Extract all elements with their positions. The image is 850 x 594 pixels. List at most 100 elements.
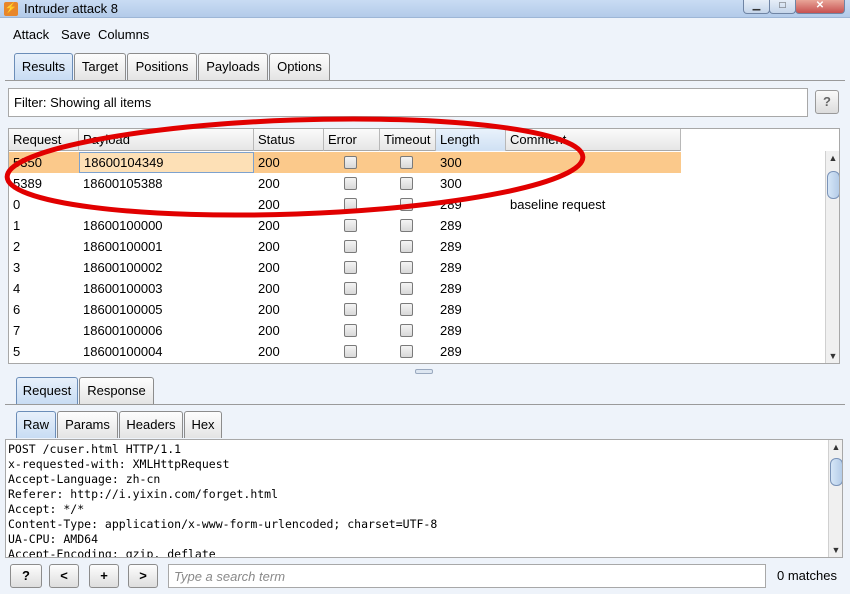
checkbox-error — [344, 198, 357, 211]
scroll-thumb[interactable] — [827, 171, 839, 199]
search-match-count: 0 matches — [777, 568, 837, 583]
table-row[interactable]: 4 18600100003 200 289 — [9, 278, 681, 299]
tab-payloads[interactable]: Payloads — [198, 53, 268, 80]
cell-payload: 18600100005 — [83, 302, 163, 317]
search-prev-button[interactable]: < — [49, 564, 79, 588]
table-row[interactable]: 1 18600100000 200 289 — [9, 215, 681, 236]
menu-attack[interactable]: Attack — [13, 27, 49, 42]
cell-payload: 18600100003 — [83, 281, 163, 296]
cell-length: 289 — [440, 281, 462, 296]
cell-payload — [79, 194, 83, 215]
scroll-down-icon[interactable]: ▼ — [826, 349, 839, 363]
checkbox-timeout — [400, 345, 413, 358]
cell-length: 300 — [440, 155, 462, 170]
raw-request-editor[interactable]: POST /cuser.html HTTP/1.1 x-requested-wit… — [5, 439, 843, 558]
column-timeout[interactable]: Timeout — [380, 129, 436, 151]
checkbox-timeout — [400, 198, 413, 211]
cell-length: 289 — [440, 260, 462, 275]
cell-length: 289 — [440, 239, 462, 254]
editor-scrollbar[interactable]: ▲ ▼ — [828, 440, 842, 557]
table-row[interactable]: 5 18600100004 200 289 — [9, 341, 681, 362]
scroll-up-icon[interactable]: ▲ — [829, 440, 842, 454]
checkbox-error — [344, 219, 357, 232]
column-error[interactable]: Error — [324, 129, 380, 151]
column-payload[interactable]: Payload — [79, 129, 254, 151]
search-input[interactable] — [169, 565, 765, 587]
cell-request: 6 — [13, 302, 21, 317]
detail-tab-divider — [5, 404, 845, 405]
column-request[interactable]: Request — [9, 129, 79, 151]
cell-comment — [506, 173, 510, 194]
tab-raw[interactable]: Raw — [16, 411, 56, 438]
pane-splitter[interactable] — [415, 369, 433, 374]
burp-app-icon: ⚡ — [4, 2, 18, 16]
column-status[interactable]: Status — [254, 129, 324, 151]
cell-request: 3 — [13, 260, 21, 275]
cell-length: 289 — [440, 344, 462, 359]
cell-request: 7 — [13, 323, 21, 338]
cell-status: 200 — [258, 302, 280, 317]
maximize-icon[interactable]: □ — [769, 0, 796, 14]
tab-headers[interactable]: Headers — [119, 411, 183, 438]
tab-params[interactable]: Params — [57, 411, 118, 438]
cell-comment — [506, 152, 510, 173]
table-row[interactable]: 2 18600100001 200 289 — [9, 236, 681, 257]
table-header: Request Payload Status Error Timeout Len… — [9, 129, 681, 151]
scroll-down-icon[interactable]: ▼ — [829, 543, 842, 557]
table-row[interactable]: 5389 18600105388 200 300 — [9, 173, 681, 194]
table-row[interactable]: 0 200 289 baseline request — [9, 194, 681, 215]
cell-payload: 18600100006 — [83, 323, 163, 338]
tab-hex[interactable]: Hex — [184, 411, 222, 438]
tab-positions[interactable]: Positions — [127, 53, 197, 80]
checkbox-error — [344, 324, 357, 337]
tab-divider — [5, 80, 845, 81]
column-comment[interactable]: Comment — [506, 129, 681, 151]
checkbox-error — [344, 345, 357, 358]
table-scrollbar[interactable]: ▲ ▼ — [825, 151, 839, 363]
checkbox-error — [344, 156, 357, 169]
cell-status: 200 — [258, 260, 280, 275]
search-help-button[interactable]: ? — [10, 564, 42, 588]
cell-payload: 18600105388 — [83, 176, 163, 191]
table-row[interactable]: 3 18600100002 200 289 — [9, 257, 681, 278]
table-row[interactable]: 6 18600100005 200 289 — [9, 299, 681, 320]
tab-response[interactable]: Response — [79, 377, 154, 404]
menu-save[interactable]: Save — [61, 27, 91, 42]
scroll-up-icon[interactable]: ▲ — [826, 151, 839, 165]
raw-request-line: Accept-Encoding: gzip, deflate — [8, 547, 216, 558]
cell-length: 289 — [440, 323, 462, 338]
cell-comment — [506, 299, 510, 320]
filter-help-button[interactable]: ? — [815, 90, 839, 114]
checkbox-error — [344, 282, 357, 295]
scroll-thumb[interactable] — [830, 458, 842, 486]
cell-status: 200 — [258, 176, 280, 191]
cell-comment — [506, 236, 510, 257]
cell-comment: baseline request — [510, 197, 606, 212]
filter-bar[interactable]: Filter: Showing all items — [8, 88, 808, 117]
tab-options[interactable]: Options — [269, 53, 330, 80]
table-row[interactable]: 7 18600100006 200 289 — [9, 320, 681, 341]
raw-request-line: Referer: http://i.yixin.com/forget.html — [8, 487, 279, 501]
checkbox-timeout — [400, 240, 413, 253]
checkbox-error — [344, 303, 357, 316]
tab-results[interactable]: Results — [14, 53, 73, 80]
menu-columns[interactable]: Columns — [98, 27, 149, 42]
search-next-button[interactable]: > — [128, 564, 158, 588]
cell-request: 1 — [13, 218, 21, 233]
raw-request-line: Content-Type: application/x-www-form-url… — [8, 517, 438, 531]
cell-status: 200 — [258, 281, 280, 296]
cell-request: 2 — [13, 239, 21, 254]
tab-target[interactable]: Target — [74, 53, 126, 80]
checkbox-timeout — [400, 324, 413, 337]
tab-request[interactable]: Request — [16, 377, 78, 404]
table-row[interactable]: 5350 18600104349 200 300 — [9, 152, 681, 173]
results-table: Request Payload Status Error Timeout Len… — [8, 128, 840, 364]
raw-request-line: Accept-Language: zh-cn — [8, 472, 161, 486]
raw-request-line: Accept: */* — [8, 502, 85, 516]
checkbox-timeout — [400, 282, 413, 295]
search-add-button[interactable]: + — [89, 564, 119, 588]
close-icon[interactable]: ✕ — [795, 0, 845, 14]
minimize-icon[interactable]: ▁ — [743, 0, 770, 14]
cell-payload: 18600100001 — [83, 239, 163, 254]
column-length[interactable]: Length — [436, 129, 506, 151]
